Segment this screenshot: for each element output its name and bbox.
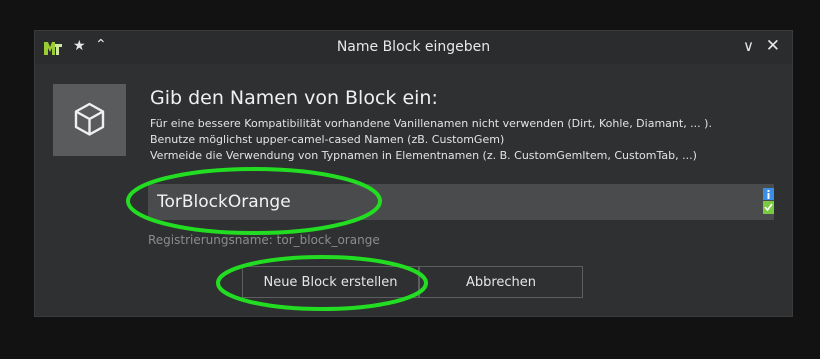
cancel-button[interactable]: Abbrechen bbox=[419, 266, 583, 298]
registry-name-label: Registrierungsname: tor_block_orange bbox=[148, 233, 380, 247]
hint-line: Für eine bessere Kompatibilität vorhande… bbox=[150, 117, 712, 130]
title-bar: ★ ⌃ Name Block eingeben ∨ ✕ bbox=[35, 31, 792, 64]
window-title: Name Block eingeben bbox=[336, 39, 491, 55]
validation-status-icon bbox=[763, 188, 774, 214]
hint-line: Benutze möglichst upper-camel-cased Name… bbox=[150, 133, 505, 146]
dialog-heading: Gib den Namen von Block ein: bbox=[150, 87, 438, 109]
create-block-button[interactable]: Neue Block erstellen bbox=[242, 266, 419, 298]
name-block-dialog: ★ ⌃ Name Block eingeben ∨ ✕ Gib den Name… bbox=[34, 30, 793, 317]
block-name-input[interactable] bbox=[148, 184, 774, 220]
block-type-icon-box bbox=[53, 84, 126, 156]
close-icon[interactable]: ✕ bbox=[766, 36, 780, 56]
hint-line: Vermeide die Verwendung von Typnamen in … bbox=[150, 149, 697, 162]
minimize-chevron-icon[interactable]: ∨ bbox=[743, 37, 754, 55]
cube-icon bbox=[74, 102, 105, 136]
